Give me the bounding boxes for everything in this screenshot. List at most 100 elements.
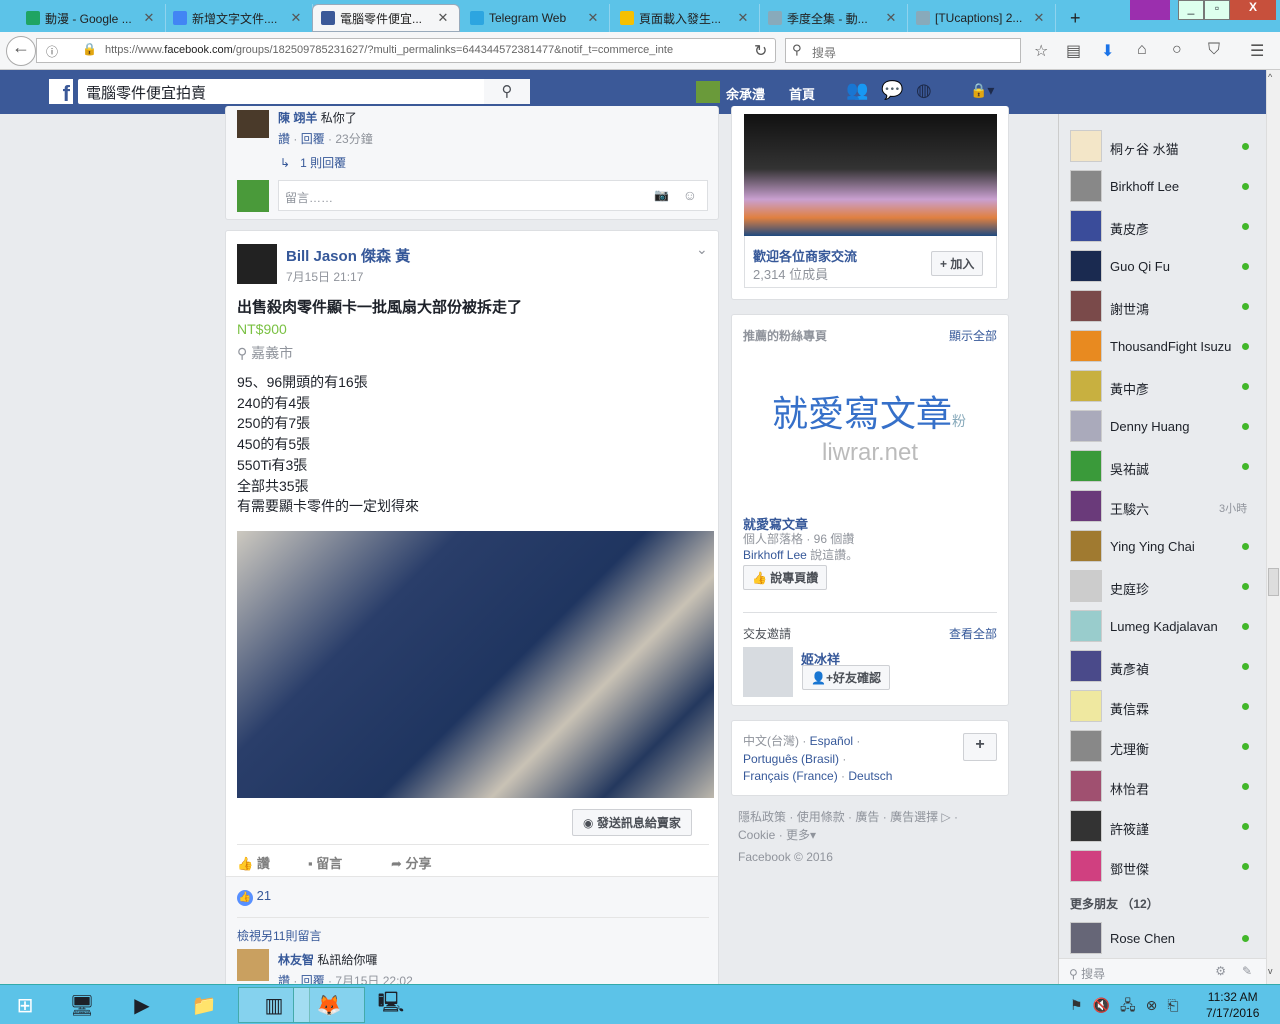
facebook-logo[interactable]: f: [49, 79, 73, 106]
comment-author[interactable]: 陳 翊羊: [278, 111, 317, 125]
browser-search-input[interactable]: 搜尋: [785, 38, 1021, 63]
chat-friend[interactable]: 林怡君: [1070, 770, 1260, 802]
chat-icon[interactable]: ○: [1172, 41, 1182, 59]
chat-friend[interactable]: 王駿六 3小時: [1070, 490, 1260, 522]
url-bar[interactable]: https://www.facebook.com/groups/18250978…: [36, 38, 776, 63]
maximize-button[interactable]: ▫: [1204, 0, 1230, 20]
chat-friend[interactable]: 謝世鴻: [1070, 290, 1260, 322]
like-button[interactable]: 👍 讚: [237, 853, 270, 872]
footer-link[interactable]: Cookie: [738, 828, 775, 842]
language-link[interactable]: Português (Brasil): [743, 752, 839, 766]
comment-input[interactable]: 留言…… 📷 ☺: [278, 180, 708, 211]
emoji-icon[interactable]: ☺: [683, 187, 697, 203]
reading-list-icon[interactable]: ▤: [1066, 41, 1081, 61]
new-tab-button[interactable]: +: [1062, 4, 1089, 32]
view-more-comments-link[interactable]: 檢視另11則留言: [237, 927, 321, 944]
footer-link[interactable]: 廣告選擇: [890, 810, 938, 824]
footer-link[interactable]: 使用條款: [797, 810, 845, 824]
close-tab-icon[interactable]: ✕: [1031, 10, 1047, 26]
view-replies-link[interactable]: ↳ 1 則回覆: [280, 154, 346, 171]
comment-reply-link[interactable]: 回覆: [301, 132, 325, 146]
reload-icon[interactable]: ↻: [754, 41, 767, 61]
language-link[interactable]: Deutsch: [848, 769, 892, 783]
chat-friend[interactable]: Birkhoff Lee: [1070, 170, 1260, 202]
chat-friend[interactable]: 桐ヶ谷 水猫: [1070, 130, 1260, 162]
chat-friend[interactable]: 黃彥禎: [1070, 650, 1260, 682]
chat-friend[interactable]: Denny Huang: [1070, 410, 1260, 442]
home-link[interactable]: 首頁: [789, 84, 815, 103]
facebook-search-input[interactable]: 電腦零件便宜拍賣 ⚲: [78, 79, 530, 104]
remote-desktop-icon[interactable]: 🖳: [355, 987, 427, 1023]
add-language-button[interactable]: +: [963, 733, 997, 761]
close-tab-icon[interactable]: ✕: [288, 10, 304, 26]
chat-friend[interactable]: 黃信霖: [1070, 690, 1260, 722]
chevron-down-icon[interactable]: ⌄: [696, 241, 708, 258]
messages-icon[interactable]: 💬: [881, 80, 903, 101]
page-scrollbar[interactable]: ^ v: [1266, 70, 1280, 984]
like-page-button[interactable]: 👍 說專頁讚: [743, 565, 828, 590]
home-icon[interactable]: ⌂: [1137, 41, 1147, 59]
scroll-up-icon[interactable]: ^: [1268, 72, 1272, 82]
chat-friend[interactable]: ThousandFight Isuzu: [1070, 330, 1260, 362]
settings-gear-icon[interactable]: ⚙: [1215, 964, 1226, 978]
browser-tab[interactable]: 動漫 - Google ... ✕: [18, 4, 166, 32]
friend-like-link[interactable]: Birkhoff Lee: [743, 548, 807, 562]
group-name[interactable]: 歡迎各位商家交流: [753, 246, 857, 265]
scroll-down-icon[interactable]: v: [1268, 966, 1273, 976]
close-tab-icon[interactable]: ✕: [735, 10, 751, 26]
system-tray-icons[interactable]: ⚑🔇🖧⊗⎗: [1070, 995, 1189, 1019]
camera-icon[interactable]: 📷: [654, 188, 669, 202]
author-avatar[interactable]: [237, 244, 277, 284]
post-photo-graphics-cards[interactable]: [237, 531, 714, 798]
user-avatar[interactable]: [696, 81, 720, 103]
back-button[interactable]: ←: [6, 36, 36, 66]
comment-author[interactable]: 林友智: [278, 953, 314, 967]
close-tab-icon[interactable]: ✕: [141, 10, 157, 26]
browser-tab[interactable]: 新增文字文件.... ✕: [165, 4, 313, 32]
minimize-button[interactable]: _: [1178, 0, 1204, 20]
browser-tab[interactable]: Telegram Web ✕: [462, 4, 610, 32]
browser-tab[interactable]: 電腦零件便宜... ✕: [312, 4, 460, 32]
footer-link[interactable]: 隱私政策: [738, 810, 786, 824]
share-button[interactable]: ➦ 分享: [391, 853, 432, 872]
comment-like-link[interactable]: 讚: [278, 132, 290, 146]
chat-friend[interactable]: 許筱謹: [1070, 810, 1260, 842]
chat-search-input[interactable]: ⚲ 搜尋 ⚙ ✎: [1059, 958, 1266, 984]
footer-link[interactable]: 更多: [786, 828, 810, 842]
requester-avatar[interactable]: [743, 647, 793, 697]
close-window-button[interactable]: X: [1230, 0, 1276, 20]
browser-tab[interactable]: 季度全集 - 動... ✕: [760, 4, 908, 32]
chat-friend[interactable]: 尤理衡: [1070, 730, 1260, 762]
comment-button[interactable]: ▪ 留言: [308, 853, 342, 872]
footer-link[interactable]: 廣告: [855, 810, 879, 824]
browser-tab[interactable]: [TUcaptions] 2... ✕: [908, 4, 1056, 32]
group-cover-photo[interactable]: [744, 114, 997, 236]
chat-friend[interactable]: 黃中彥: [1070, 370, 1260, 402]
close-tab-icon[interactable]: ✕: [883, 10, 899, 26]
chat-friend[interactable]: Lumeg Kadjalavan: [1070, 610, 1260, 642]
chat-friend[interactable]: 吳祐誠: [1070, 450, 1260, 482]
notifications-globe-icon[interactable]: ◍: [916, 80, 932, 101]
likes-count[interactable]: 21: [257, 888, 271, 903]
see-all-requests-link[interactable]: 查看全部: [949, 625, 997, 642]
menu-icon[interactable]: ☰: [1250, 41, 1264, 61]
download-icon[interactable]: ⬇: [1101, 41, 1114, 61]
chat-friend[interactable]: 史庭珍: [1070, 570, 1260, 602]
pocket-icon[interactable]: ⛉: [1208, 41, 1220, 59]
show-all-link[interactable]: 顯示全部: [949, 327, 997, 344]
friend-requests-icon[interactable]: 👥: [846, 80, 868, 101]
confirm-friend-button[interactable]: 👤+好友確認: [802, 665, 890, 690]
compose-icon[interactable]: ✎: [1242, 964, 1252, 978]
join-group-button[interactable]: + 加入: [931, 251, 984, 276]
clock[interactable]: 11:32 AM 7/17/2016: [1206, 989, 1259, 1021]
language-link[interactable]: Français (France): [743, 769, 838, 783]
close-tab-icon[interactable]: ✕: [435, 10, 451, 26]
scrollbar-thumb[interactable]: [1268, 568, 1279, 596]
language-link[interactable]: Español: [810, 734, 853, 748]
post-time[interactable]: 7月15日 21:17: [286, 268, 363, 285]
close-tab-icon[interactable]: ✕: [585, 10, 601, 26]
browser-tab[interactable]: 頁面載入發生... ✕: [612, 4, 760, 32]
bookmark-star-icon[interactable]: ☆: [1034, 41, 1048, 61]
chat-friend[interactable]: 鄧世傑: [1070, 850, 1260, 882]
profile-link[interactable]: 余承澧: [726, 84, 765, 103]
